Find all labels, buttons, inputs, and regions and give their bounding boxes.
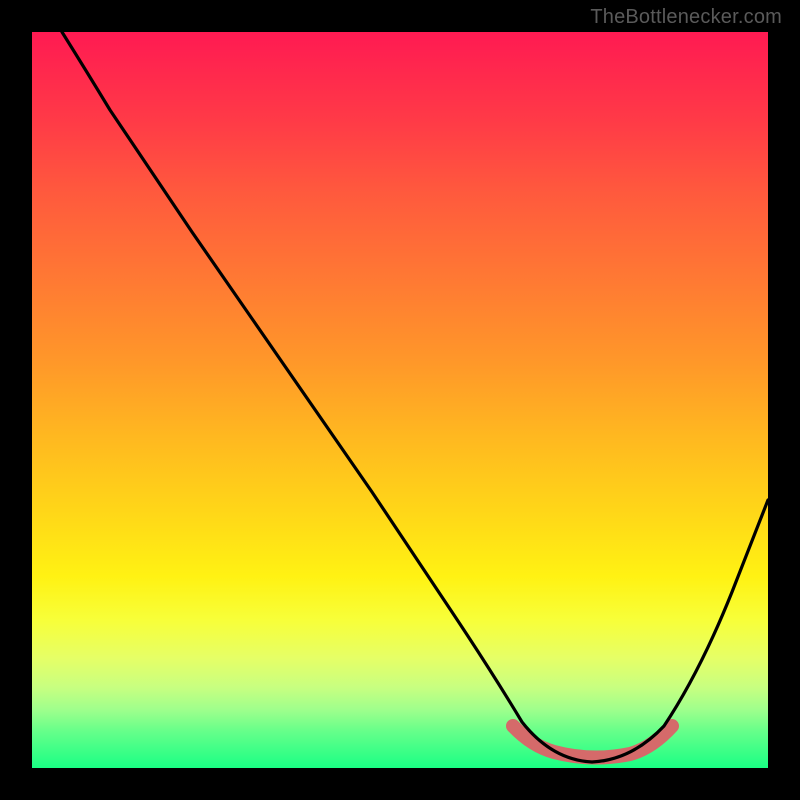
bottleneck-curve (62, 32, 768, 762)
curve-layer (32, 32, 768, 768)
plot-area (32, 32, 768, 768)
watermark-text: TheBottlenecker.com (590, 6, 782, 29)
chart-container: TheBottlenecker.com (0, 0, 800, 800)
